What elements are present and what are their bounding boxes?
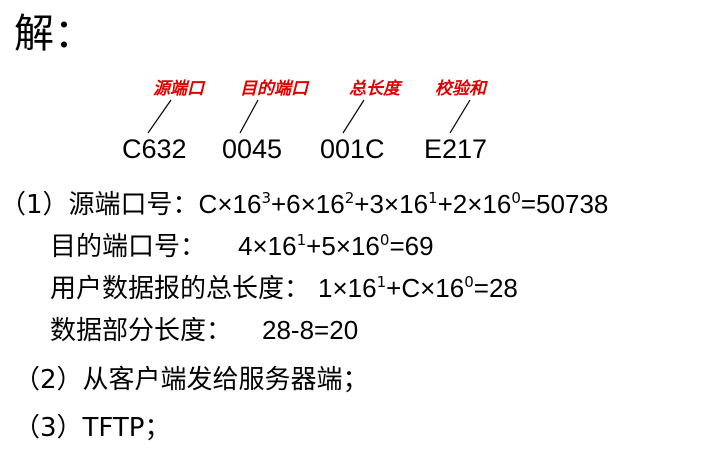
answer-3: （3）TFTP； <box>14 413 171 443</box>
line-data-length: 数据部分长度： 28-8=20 <box>50 314 358 347</box>
line-total-length: 用户数据报的总长度： 1×161+C×160=28 <box>50 272 518 305</box>
term-2: +C×16 <box>386 273 465 303</box>
connector-checksum <box>449 99 471 134</box>
destination-port-result: =69 <box>389 231 434 261</box>
term-1: C×16 <box>198 189 262 219</box>
exponent-1: 1 <box>376 273 387 291</box>
hex-checksum: E217 <box>424 134 488 164</box>
exponent-1: 1 <box>296 231 307 249</box>
data-length-expression: 28-8=20 <box>262 315 359 345</box>
line-data-length-prefix: 数据部分长度： <box>50 316 233 346</box>
line-source-port-prefix: （1）源端口号： <box>0 190 199 220</box>
hex-destination-port: 0045 <box>222 134 283 164</box>
term-2: +6×16 <box>270 189 345 219</box>
exponent-4: 0 <box>511 189 521 207</box>
answer-2: （2）从客户端发给服务器端； <box>14 365 369 395</box>
term-2: +5×16 <box>306 231 380 261</box>
exponent-1: 3 <box>261 189 271 207</box>
term-1: 4×16 <box>238 231 297 261</box>
hex-source-port: C632 <box>122 134 187 164</box>
line-destination-port: 目的端口号： 4×161+5×160=69 <box>50 230 434 263</box>
term-3: +3×16 <box>354 189 429 219</box>
line-source-port: （1）源端口号：C×163+6×162+3×161+2×160=50738 <box>0 188 608 221</box>
exponent-2: 2 <box>344 189 355 207</box>
connector-total-length <box>342 99 365 134</box>
line-total-length-prefix: 用户数据报的总长度： <box>50 274 311 304</box>
term-1: 1×16 <box>318 273 377 303</box>
hex-total-length: 001C <box>320 134 385 164</box>
line-destination-port-prefix: 目的端口号： <box>50 232 207 262</box>
total-length-result: =28 <box>473 273 518 303</box>
exponent-3: 1 <box>428 189 438 207</box>
term-4: +2×16 <box>437 189 512 219</box>
connector-source-port <box>147 99 172 134</box>
connector-destination-port <box>239 99 259 134</box>
source-port-result: =50738 <box>520 189 609 219</box>
exponent-2: 0 <box>464 273 474 291</box>
exponent-2: 0 <box>379 231 390 249</box>
